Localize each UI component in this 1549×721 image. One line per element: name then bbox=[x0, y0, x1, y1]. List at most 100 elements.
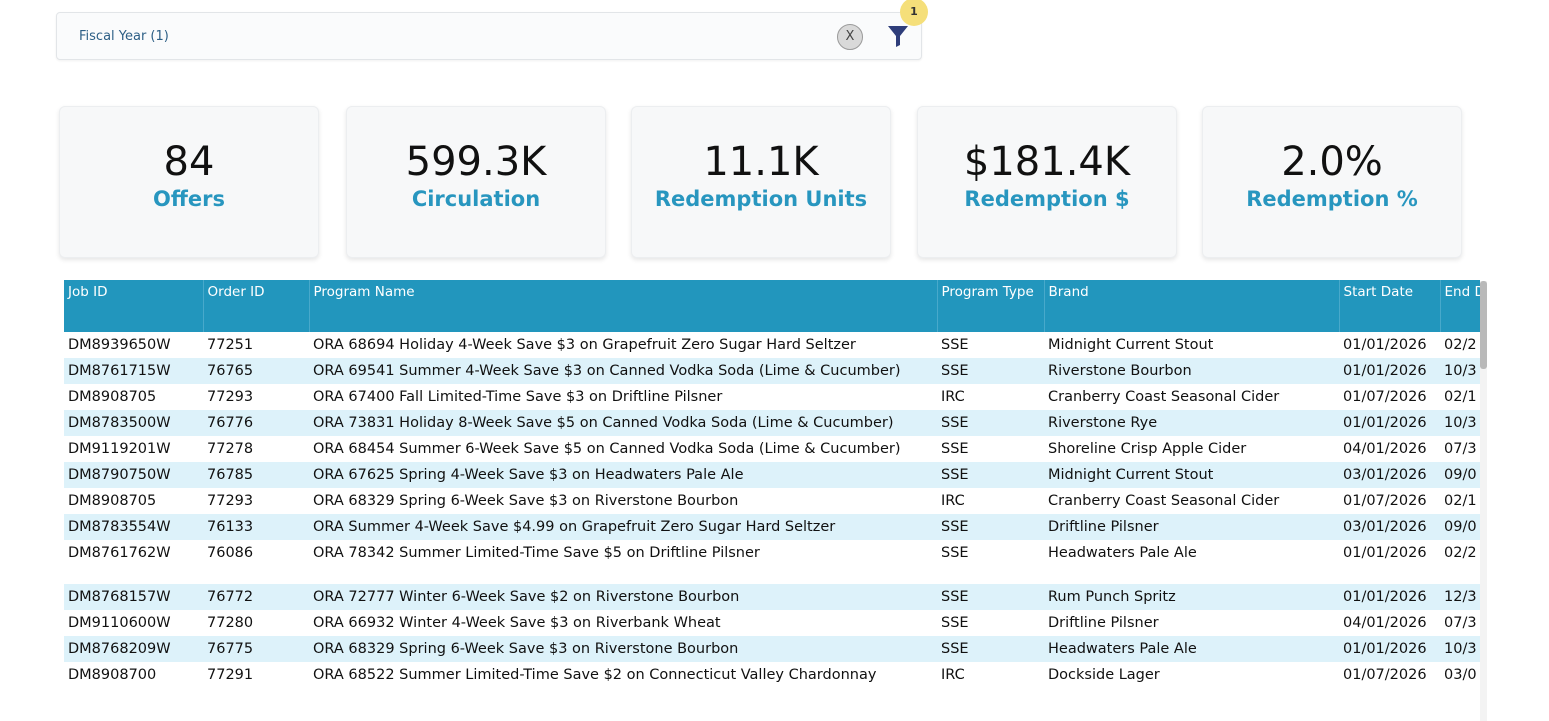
column-header-job-id[interactable]: Job ID bbox=[64, 280, 204, 332]
cell-order-id: 76775 bbox=[203, 636, 309, 662]
cell-end-date: 07/3 bbox=[1444, 615, 1477, 631]
cell-program-name: ORA 67625 Spring 4-Week Save $3 on Headw… bbox=[309, 462, 937, 488]
filter-bar: Fiscal Year (1) X bbox=[56, 12, 922, 60]
table-row[interactable]: DM9119201W 77278 ORA 68454 Summer 6-Week… bbox=[64, 436, 1480, 462]
kpi-card-redemption-dollars: $181.4K Redemption $ bbox=[917, 106, 1177, 258]
offers-table-container: Job ID Order ID Program Name Program Typ… bbox=[64, 280, 1480, 721]
filter-label[interactable]: Fiscal Year (1) bbox=[79, 29, 169, 44]
column-header-end-date[interactable]: End D bbox=[1440, 280, 1480, 332]
table-row[interactable]: DM9110600W 77280 ORA 66932 Winter 4-Week… bbox=[64, 610, 1480, 636]
cell-brand: Dockside Lager bbox=[1048, 667, 1160, 683]
cell-end-date: 12/3 bbox=[1440, 584, 1480, 610]
cell-job-id: DM8768209W bbox=[64, 636, 203, 662]
cell-program-name: ORA 68329 Spring 6-Week Save $3 on River… bbox=[309, 636, 937, 662]
cell-program-type: SSE bbox=[937, 514, 1044, 540]
cell-program-type: SSE bbox=[937, 636, 1044, 662]
clear-filter-button[interactable]: X bbox=[837, 24, 863, 50]
table-row[interactable]: DM8908700 77291 ORA 68522 Summer Limited… bbox=[64, 662, 1480, 688]
cell-start-date: 01/01/2026 bbox=[1343, 545, 1427, 561]
filter-count-badge: 1 bbox=[900, 0, 928, 26]
cell-end-date: 09/0 bbox=[1440, 514, 1480, 540]
cell-order-id: 76785 bbox=[203, 462, 309, 488]
table-row[interactable]: DM8761762W 76086 ORA 78342 Summer Limite… bbox=[64, 540, 1480, 584]
kpi-card-offers: 84 Offers bbox=[59, 106, 319, 258]
cell-program-type: IRC bbox=[941, 389, 965, 405]
cell-end-date: 10/3 bbox=[1440, 358, 1480, 384]
column-header-brand[interactable]: Brand bbox=[1044, 280, 1340, 332]
table-row[interactable]: DM8761715W 76765 ORA 69541 Summer 4-Week… bbox=[64, 358, 1480, 384]
cell-program-name: ORA 67400 Fall Limited-Time Save $3 on D… bbox=[313, 389, 723, 405]
cell-job-id: DM8908700 bbox=[68, 667, 157, 683]
cell-brand: Headwaters Pale Ale bbox=[1048, 545, 1197, 561]
cell-brand: Cranberry Coast Seasonal Cider bbox=[1048, 493, 1280, 509]
cell-job-id: DM8908705 bbox=[68, 389, 157, 405]
cell-start-date: 01/07/2026 bbox=[1343, 389, 1427, 405]
table-row[interactable]: DM8783554W 76133 ORA Summer 4-Week Save … bbox=[64, 514, 1480, 540]
cell-program-type: SSE bbox=[941, 545, 969, 561]
table-row[interactable]: DM8783500W 76776 ORA 73831 Holiday 8-Wee… bbox=[64, 410, 1480, 436]
cell-job-id: DM8761762W bbox=[68, 545, 171, 561]
cell-order-id: 76133 bbox=[203, 514, 309, 540]
table-scrollbar-thumb[interactable] bbox=[1480, 281, 1487, 369]
cell-job-id: DM8908705 bbox=[68, 493, 157, 509]
cell-program-name: ORA 68329 Spring 6-Week Save $3 on River… bbox=[313, 493, 739, 509]
cell-start-date: 04/01/2026 bbox=[1343, 441, 1427, 457]
cell-job-id: DM8783554W bbox=[64, 514, 203, 540]
cell-brand: Cranberry Coast Seasonal Cider bbox=[1048, 389, 1280, 405]
kpi-label: Redemption % bbox=[1246, 187, 1418, 211]
cell-program-type: SSE bbox=[937, 410, 1044, 436]
cell-program-type: IRC bbox=[941, 493, 965, 509]
cell-program-name: ORA 72777 Winter 6-Week Save $2 on River… bbox=[309, 584, 937, 610]
table-row[interactable]: DM8939650W 77251 ORA 68694 Holiday 4-Wee… bbox=[64, 332, 1480, 358]
column-header-program-type[interactable]: Program Type bbox=[937, 280, 1045, 332]
cell-program-name: ORA Summer 4-Week Save $4.99 on Grapefru… bbox=[309, 514, 937, 540]
cell-brand: Midnight Current Stout bbox=[1048, 337, 1214, 353]
kpi-label: Offers bbox=[153, 187, 225, 211]
cell-start-date: 01/07/2026 bbox=[1343, 667, 1427, 683]
cell-end-date: 09/0 bbox=[1440, 462, 1480, 488]
cell-program-type: IRC bbox=[941, 667, 965, 683]
cell-program-type: SSE bbox=[937, 358, 1044, 384]
cell-job-id: DM8939650W bbox=[68, 337, 171, 353]
cell-end-date: 02/1 bbox=[1444, 493, 1477, 509]
table-row[interactable]: DM8768157W 76772 ORA 72777 Winter 6-Week… bbox=[64, 584, 1480, 610]
cell-program-name: ORA 69541 Summer 4-Week Save $3 on Canne… bbox=[309, 358, 937, 384]
funnel-filter-icon[interactable] bbox=[886, 23, 910, 49]
kpi-value: 84 bbox=[163, 139, 215, 185]
cell-order-id: 77280 bbox=[207, 615, 254, 631]
table-row[interactable]: DM8768209W 76775 ORA 68329 Spring 6-Week… bbox=[64, 636, 1480, 662]
kpi-card-redemption-percent: 2.0% Redemption % bbox=[1202, 106, 1462, 258]
cell-start-date: 01/01/2026 bbox=[1339, 636, 1440, 662]
cell-program-name: ORA 78342 Summer Limited-Time Save $5 on… bbox=[313, 545, 760, 561]
kpi-card-circulation: 599.3K Circulation bbox=[346, 106, 606, 258]
cell-end-date: 02/2 bbox=[1444, 337, 1477, 353]
cell-order-id: 76765 bbox=[203, 358, 309, 384]
table-row[interactable]: DM8908705 77293 ORA 67400 Fall Limited-T… bbox=[64, 384, 1480, 410]
cell-brand: Rum Punch Spritz bbox=[1044, 584, 1339, 610]
kpi-value: 11.1K bbox=[703, 139, 819, 185]
table-row[interactable]: DM8790750W 76785 ORA 67625 Spring 4-Week… bbox=[64, 462, 1480, 488]
column-header-order-id[interactable]: Order ID bbox=[203, 280, 310, 332]
cell-end-date: 02/2 bbox=[1444, 545, 1477, 561]
cell-program-name: ORA 73831 Holiday 8-Week Save $5 on Cann… bbox=[309, 410, 937, 436]
table-header-row: Job ID Order ID Program Name Program Typ… bbox=[64, 280, 1480, 332]
cell-program-name: ORA 66932 Winter 4-Week Save $3 on River… bbox=[313, 615, 721, 631]
cell-end-date: 02/1 bbox=[1444, 389, 1477, 405]
kpi-label: Circulation bbox=[411, 187, 541, 211]
cell-brand: Midnight Current Stout bbox=[1044, 462, 1339, 488]
kpi-value: 599.3K bbox=[405, 139, 547, 185]
column-header-start-date[interactable]: Start Date bbox=[1339, 280, 1441, 332]
cell-order-id: 77291 bbox=[207, 667, 254, 683]
cell-order-id: 76776 bbox=[203, 410, 309, 436]
cell-end-date: 10/3 bbox=[1440, 410, 1480, 436]
cell-job-id: DM9110600W bbox=[68, 615, 171, 631]
cell-start-date: 01/07/2026 bbox=[1343, 493, 1427, 509]
column-header-program-name[interactable]: Program Name bbox=[309, 280, 938, 332]
cell-program-name: ORA 68694 Holiday 4-Week Save $3 on Grap… bbox=[313, 337, 856, 353]
table-row[interactable]: DM8908705 77293 ORA 68329 Spring 6-Week … bbox=[64, 488, 1480, 514]
cell-order-id: 77293 bbox=[207, 389, 254, 405]
cell-job-id: DM8790750W bbox=[64, 462, 203, 488]
cell-program-type: SSE bbox=[941, 615, 969, 631]
cell-end-date: 10/3 bbox=[1440, 636, 1480, 662]
cell-end-date: 03/0 bbox=[1444, 667, 1477, 683]
